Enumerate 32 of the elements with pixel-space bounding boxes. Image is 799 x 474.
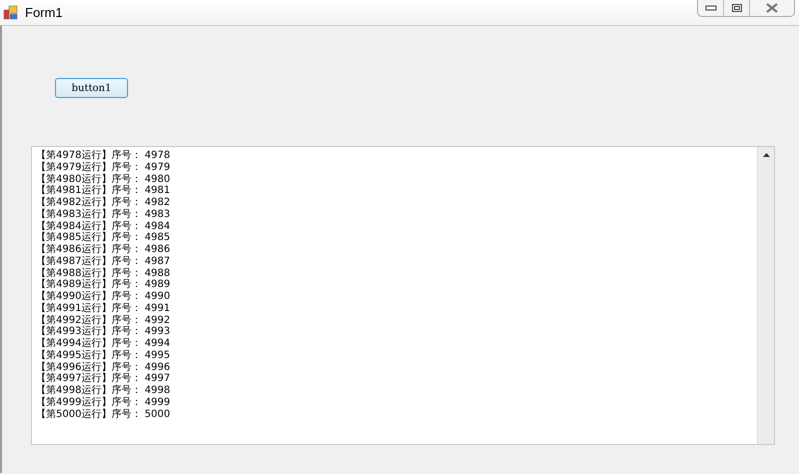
app-icon (3, 4, 19, 20)
output-line: 【第4984运行】序号： 4984 (36, 220, 172, 232)
output-line: 【第4978运行】序号： 4978 (36, 150, 172, 162)
output-line: 【第4999运行】序号： 4999 (36, 396, 172, 408)
output-textbox[interactable] (31, 146, 775, 445)
scroll-up-icon[interactable] (762, 153, 770, 157)
output-line: 【第4993运行】序号： 4993 (36, 326, 172, 338)
output-line: 【第4989运行】序号： 4989 (36, 279, 172, 290)
output-line: 【第4981运行】序号： 4981 (36, 185, 172, 196)
output-line: 【第4980运行】序号： 4980 (36, 174, 172, 184)
output-line: 【第4996运行】序号： 4996 (36, 362, 172, 372)
output-line: 【第5000运行】序号： 5000 (36, 408, 172, 420)
button1-button[interactable]: button1 (55, 78, 128, 98)
output-line: 【第4992运行】序号： 4992 (36, 314, 172, 326)
minimize-icon (704, 4, 716, 12)
output-line: 【第4997运行】序号： 4997 (36, 373, 172, 384)
output-line: 【第4995运行】序号： 4995 (36, 350, 172, 362)
output-line: 【第4979运行】序号： 4979 (36, 162, 172, 174)
close-icon (765, 3, 779, 13)
output-line: 【第4982运行】序号： 4982 (36, 197, 172, 208)
maximize-icon (730, 3, 742, 13)
window-title: Form1 (25, 5, 63, 20)
output-line: 【第4994运行】序号： 4994 (36, 338, 172, 350)
output-line: 【第4983运行】序号： 4983 (36, 208, 172, 220)
output-line: 【第4988运行】序号： 4988 (36, 268, 172, 278)
output-line: 【第4985运行】序号： 4985 (36, 232, 172, 244)
output-line: 【第4998运行】序号： 4998 (36, 385, 172, 396)
output-line: 【第4990运行】序号： 4990 (36, 291, 172, 302)
scrollbar[interactable] (757, 147, 774, 444)
output-line: 【第4986运行】序号： 4986 (36, 244, 172, 256)
output-line: 【第4991运行】序号： 4991 (36, 302, 172, 314)
output-line: 【第4987运行】序号： 4987 (36, 256, 172, 268)
